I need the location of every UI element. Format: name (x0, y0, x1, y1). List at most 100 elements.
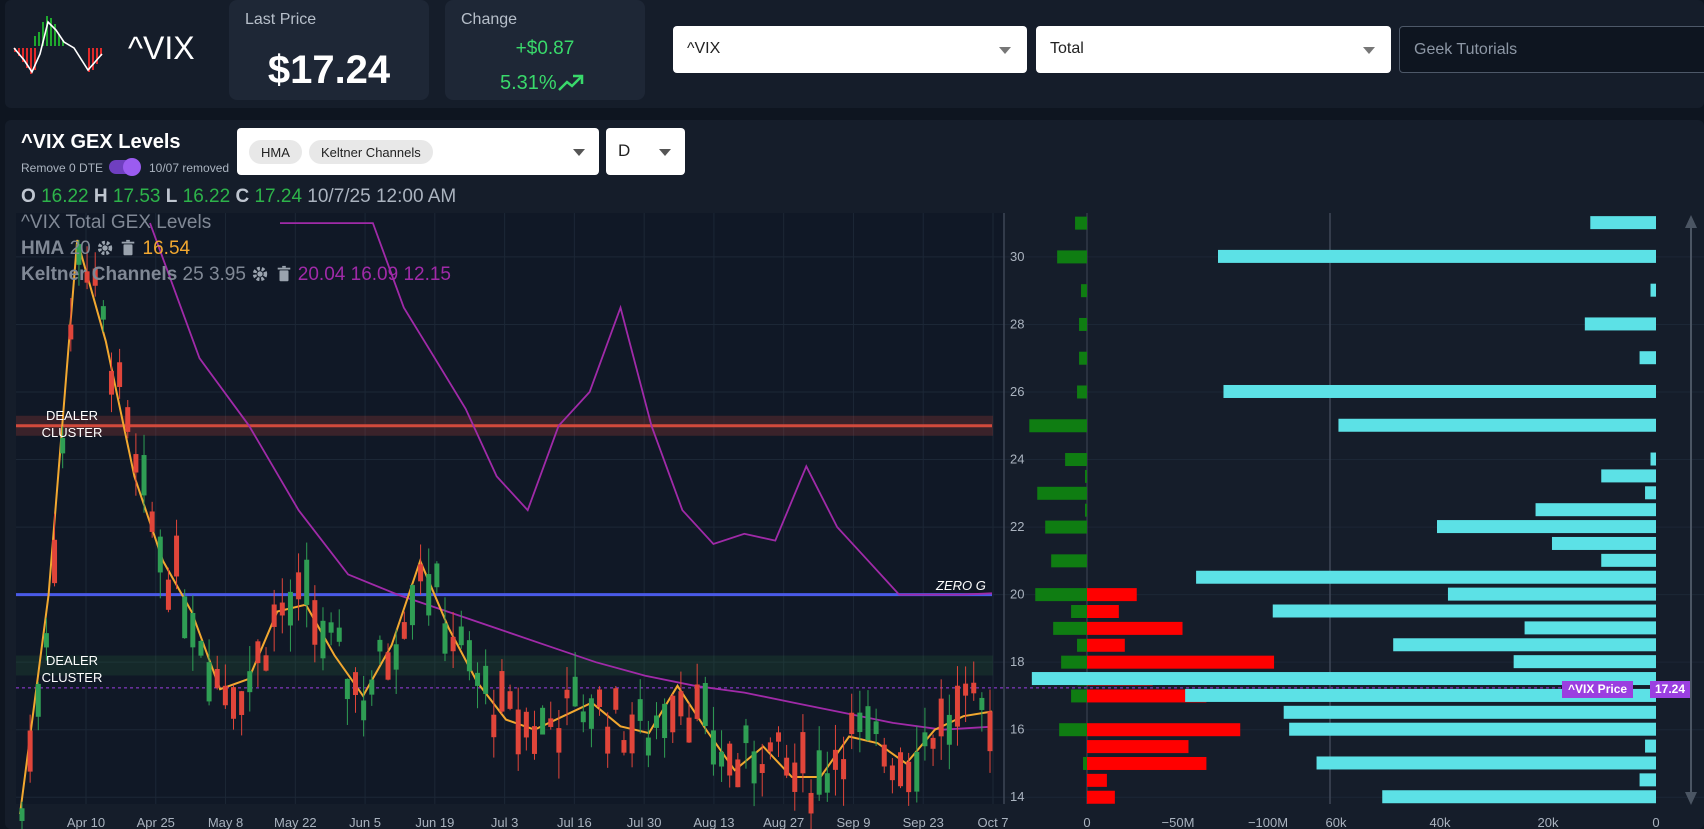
indicator-chip-hma[interactable]: HMA (249, 140, 302, 164)
candle-body (344, 678, 350, 700)
candle-body (117, 362, 123, 387)
candle-body (442, 623, 448, 654)
candle-body (824, 773, 830, 793)
legend-kc-params: 25 3.95 (182, 264, 246, 285)
candle-body (873, 721, 879, 735)
indicator-select[interactable]: HMA Keltner Channels (237, 128, 599, 175)
candle-body (849, 712, 855, 734)
candle-body (645, 737, 651, 756)
gear-icon[interactable] (96, 239, 114, 257)
candle-body (987, 711, 993, 752)
gex-chart[interactable]: Apr 10 Apr 25 May 8 May 22 Jun 5 Jun 19 Jul 3 J… (0, 0, 1704, 829)
candle-body (710, 730, 716, 765)
open-interest-bar (1437, 520, 1656, 534)
ohlc-readout: O 16.22 H 17.53 L 16.22 C 17.24 10/7/25 … (21, 186, 456, 208)
candle-body (100, 306, 106, 320)
candle-body (35, 683, 41, 717)
candle-body (719, 751, 725, 767)
candle-body (621, 740, 627, 753)
gex-put-bar (1087, 655, 1275, 669)
candle-body (694, 684, 700, 719)
remove-0dte-toggle[interactable] (109, 158, 141, 176)
candle-body (670, 695, 676, 733)
candle-body (43, 633, 49, 648)
candle-body (458, 626, 464, 646)
gex-call-bar (1085, 503, 1087, 517)
open-interest-bar (1645, 486, 1656, 500)
candle-body (206, 662, 212, 702)
gex-x-tick: −50M (1162, 815, 1195, 829)
open-interest-bar (1551, 536, 1656, 550)
x-tick-label: Jul 16 (557, 815, 592, 829)
period-select[interactable]: D (606, 128, 685, 175)
trash-icon[interactable] (275, 265, 293, 283)
open-interest-bar (1645, 739, 1656, 753)
legend-hma-length: 20 (69, 238, 91, 259)
close-value: 17.24 (254, 186, 303, 207)
oi-x-tick: 60k (1326, 815, 1347, 829)
candle-body (784, 757, 790, 776)
candle-body (971, 682, 977, 694)
x-tick-label: May 22 (274, 815, 317, 829)
open-interest-bar (1316, 756, 1656, 770)
gex-put-bar (1087, 790, 1115, 804)
candle-body (776, 732, 782, 742)
gex-put-bar (1087, 723, 1241, 737)
candle-body (889, 765, 895, 781)
x-tick-label: Apr 25 (137, 815, 175, 829)
gex-call-bar (1053, 621, 1087, 635)
candle-body (320, 620, 326, 659)
candle-body (434, 563, 440, 588)
candle-body (198, 640, 204, 656)
gex-y-tick: 22 (1010, 519, 1024, 534)
gex-y-tick: 18 (1010, 654, 1024, 669)
candle-body (597, 689, 603, 708)
bar-date: 10/7/25 12:00 AM (307, 186, 457, 207)
candle-body (491, 714, 497, 738)
gex-put-bar (1087, 588, 1137, 602)
panel-title: ^VIX GEX Levels (21, 131, 181, 153)
candle-body (377, 639, 383, 652)
open-interest-bar (1590, 216, 1656, 230)
candle-body (857, 712, 863, 733)
candle-body (629, 714, 635, 754)
gex-call-bar (1037, 486, 1087, 500)
open-interest-bar (1513, 655, 1656, 669)
legend-hma-value: 16.54 (142, 238, 191, 259)
candle-body (108, 370, 114, 395)
open-interest-bar (1393, 638, 1656, 652)
x-tick-label: May 8 (208, 815, 243, 829)
candle-body (702, 683, 708, 727)
oi-x-tick: 40k (1430, 815, 1451, 829)
gear-icon[interactable] (251, 265, 269, 283)
candle-body (963, 683, 969, 696)
candle-body (605, 726, 611, 754)
candle-body (767, 742, 773, 752)
candle-body (816, 750, 822, 795)
candle-body (735, 759, 741, 788)
open-interest-bar (1272, 604, 1656, 618)
legend-gex: ^VIX Total GEX Levels (21, 212, 211, 234)
high-label: H (93, 186, 108, 207)
gex-call-bar (1059, 723, 1087, 737)
gex-x-tick: 0 (1083, 815, 1090, 829)
x-tick-label: Sep 23 (903, 815, 944, 829)
candle-body (393, 644, 399, 670)
gex-call-bar (1051, 554, 1087, 568)
gex-put-bar (1087, 773, 1107, 787)
candle-body (540, 707, 546, 735)
candle-body (450, 636, 456, 652)
gex-y-tick: 14 (1010, 789, 1024, 804)
candle-body (946, 714, 952, 745)
x-tick-label: Jun 19 (415, 815, 454, 829)
indicator-chip-keltner[interactable]: Keltner Channels (309, 140, 433, 164)
candle-body (523, 711, 529, 738)
legend-kc-name: Keltner Channels (21, 264, 178, 285)
gex-y-tick: 16 (1010, 722, 1024, 737)
trash-icon[interactable] (119, 239, 137, 257)
x-tick-label: Oct 7 (977, 815, 1008, 829)
candle-body (979, 697, 985, 710)
candle-body (653, 715, 659, 728)
dealer-cluster-label-top: DEALER CLUSTER (41, 408, 103, 440)
candle-body (255, 641, 261, 664)
